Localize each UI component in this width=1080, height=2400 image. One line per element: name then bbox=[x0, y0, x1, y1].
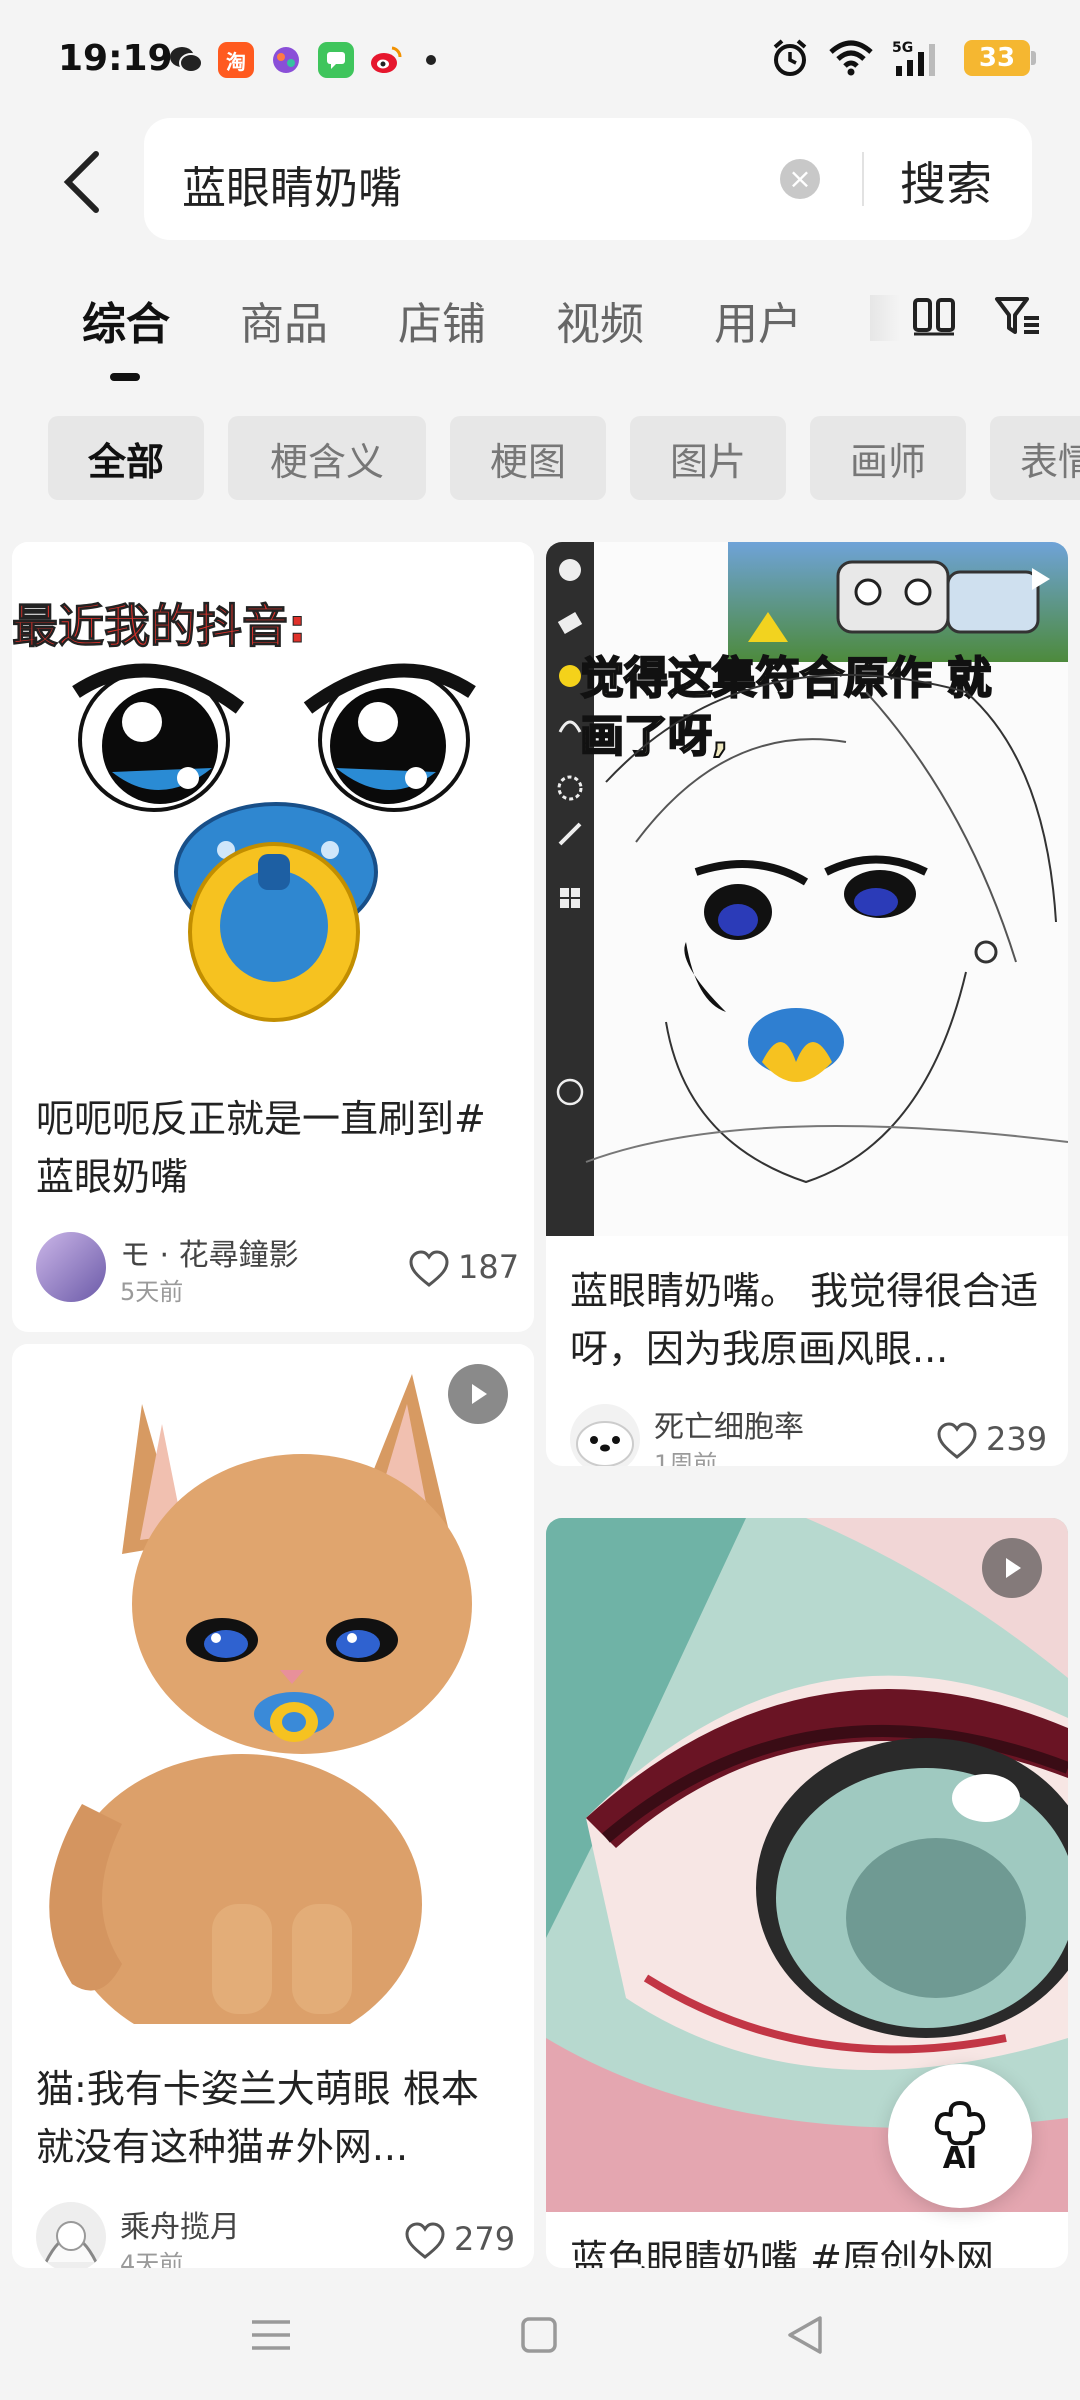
avatar[interactable] bbox=[36, 2202, 106, 2268]
tab-users[interactable]: 用户 bbox=[714, 288, 802, 352]
post-time: 1周前 bbox=[654, 1450, 718, 1466]
avatar[interactable] bbox=[36, 1232, 106, 1302]
messages-icon bbox=[318, 42, 354, 78]
chip-meme-images[interactable]: 梗图 bbox=[450, 416, 606, 500]
card-image: 最近我的抖音: bbox=[12, 542, 534, 1062]
like-count: 239 bbox=[986, 1420, 1048, 1458]
author-name[interactable]: モ · 花尋鐘影 bbox=[120, 1230, 299, 1274]
system-navigation-bar bbox=[0, 2268, 1080, 2400]
post-time: 5天前 bbox=[120, 1278, 184, 1306]
layout-toggle-icon[interactable] bbox=[912, 296, 956, 336]
home-icon[interactable] bbox=[514, 2310, 564, 2360]
like-count: 279 bbox=[454, 2220, 516, 2258]
cartoon-face-illustration bbox=[72, 663, 476, 1022]
tab-videos[interactable]: 视频 bbox=[556, 288, 644, 352]
chip-all[interactable]: 全部 bbox=[48, 416, 204, 500]
alarm-icon bbox=[773, 39, 807, 76]
game-icon bbox=[268, 42, 304, 78]
taobao-icon: 淘 bbox=[218, 42, 254, 78]
filter-chips: 全部 梗含义 梗图 图片 画师 表情 bbox=[48, 416, 1080, 500]
post-time: 4天前 bbox=[120, 2250, 184, 2268]
tab-products[interactable]: 商品 bbox=[240, 288, 328, 352]
back-button[interactable] bbox=[52, 142, 112, 222]
play-icon bbox=[448, 1364, 508, 1424]
card-title: 呃呃呃反正就是一直刷到#蓝眼奶嘴 bbox=[36, 1097, 486, 1199]
search-button[interactable]: 搜索 bbox=[900, 148, 992, 214]
heart-icon[interactable] bbox=[936, 1422, 978, 1460]
svg-text:5G: 5G bbox=[892, 40, 913, 56]
tab-comprehensive[interactable]: 综合 bbox=[82, 288, 170, 352]
more-notifications-icon bbox=[426, 55, 436, 65]
chip-artists[interactable]: 画师 bbox=[810, 416, 966, 500]
back-icon[interactable] bbox=[780, 2310, 830, 2360]
card-title: 蓝色眼睛奶嘴 #原创外网 bbox=[570, 2237, 994, 2268]
flower-icon bbox=[934, 2100, 986, 2145]
card-image bbox=[12, 1344, 534, 2024]
ai-label: AI bbox=[942, 2140, 978, 2176]
like-count: 187 bbox=[458, 1248, 520, 1286]
wifi-icon bbox=[829, 40, 873, 76]
filter-icon[interactable] bbox=[994, 294, 1042, 338]
tab-overflow-fade bbox=[870, 295, 900, 341]
play-icon bbox=[982, 1538, 1042, 1598]
tab-stores[interactable]: 店铺 bbox=[398, 288, 486, 352]
clock: 19:19 bbox=[58, 38, 173, 79]
chip-meaning[interactable]: 梗含义 bbox=[228, 416, 426, 500]
anime-sketch-illustration bbox=[585, 673, 1068, 1184]
menu-icon[interactable] bbox=[246, 2310, 296, 2360]
ai-assistant-button[interactable]: AI bbox=[888, 2064, 1032, 2208]
card-image: 觉得这集符合原作 就画了呀, bbox=[546, 542, 1068, 1236]
feed-card[interactable]: 最近我的抖音: 呃呃呃反正就是一直刷到#蓝眼奶嘴 モ · 花尋鐘影 5天前 18… bbox=[12, 542, 534, 1332]
search-divider bbox=[862, 152, 864, 206]
signal-icon: 5G bbox=[892, 40, 935, 76]
system-status: 5G 33 bbox=[770, 38, 1036, 78]
card-title: 猫:我有卡姿兰大萌眼 根本就没有这种猫#外网... bbox=[36, 2067, 479, 2169]
avatar[interactable] bbox=[570, 1404, 640, 1466]
feed-card[interactable]: 觉得这集符合原作 就画了呀, 蓝眼睛奶嘴。 我觉得很合适呀，因为我原画风眼...… bbox=[546, 542, 1068, 1466]
battery-indicator: 33 bbox=[964, 40, 1036, 76]
clear-icon[interactable]: × bbox=[780, 159, 820, 199]
feed-card[interactable]: 猫:我有卡姿兰大萌眼 根本就没有这种猫#外网... 乘舟揽月 4天前 279 bbox=[12, 1344, 534, 2268]
author-name[interactable]: 死亡细胞率 bbox=[654, 1402, 804, 1446]
search-query: 蓝眼睛奶嘴 bbox=[182, 163, 402, 214]
heart-icon[interactable] bbox=[404, 2222, 446, 2260]
chevron-left-icon bbox=[63, 151, 99, 213]
search-input[interactable]: 蓝眼睛奶嘴 × 搜索 bbox=[144, 118, 1032, 240]
heart-icon[interactable] bbox=[408, 1250, 450, 1288]
cat-illustration bbox=[49, 1374, 472, 2024]
card-title: 蓝眼睛奶嘴。 我觉得很合适呀，因为我原画风眼... bbox=[570, 1269, 1039, 1371]
chip-stickers[interactable]: 表情 bbox=[990, 416, 1080, 500]
author-name[interactable]: 乘舟揽月 bbox=[120, 2202, 240, 2246]
weibo-icon bbox=[368, 42, 404, 78]
status-bar: 19:19 淘 5G 33 bbox=[0, 0, 1080, 118]
chip-pictures[interactable]: 图片 bbox=[630, 416, 786, 500]
notification-icons: 淘 bbox=[168, 42, 436, 78]
wechat-icon bbox=[168, 42, 204, 78]
active-tab-indicator bbox=[110, 373, 140, 381]
